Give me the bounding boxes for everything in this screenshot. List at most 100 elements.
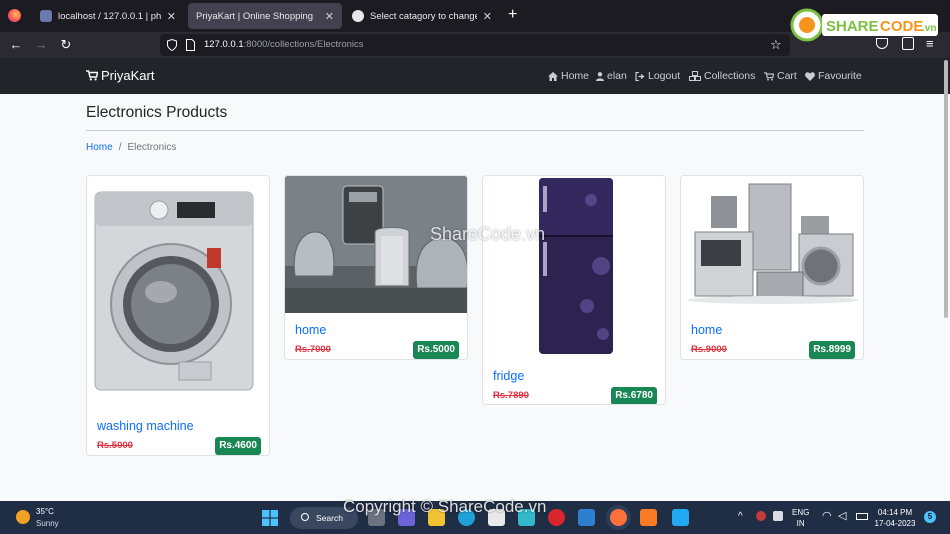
nav-home-label: Home bbox=[561, 70, 590, 82]
page-scrollbar[interactable] bbox=[944, 60, 948, 318]
search-label: Search bbox=[316, 513, 343, 523]
product-name[interactable]: fridge bbox=[493, 369, 524, 383]
language-line1: ENG bbox=[792, 508, 810, 517]
tray-app2-icon[interactable] bbox=[773, 511, 783, 521]
language-indicator[interactable]: ENG IN bbox=[792, 507, 809, 529]
product-card[interactable]: home Rs.9000 Rs.8999 bbox=[680, 175, 864, 360]
product-old-price: Rs.7890 bbox=[493, 390, 529, 401]
url-text: 127.0.0.1:8000/collections/Electronics bbox=[204, 39, 364, 50]
windows-taskbar: 35°C Sunny Search Copyright © ShareCode.… bbox=[0, 497, 950, 534]
url-bar[interactable]: 127.0.0.1:8000/collections/Electronics ☆ bbox=[160, 34, 790, 56]
product-card[interactable]: home Rs.7000 Rs.5000 bbox=[284, 175, 468, 360]
product-price-badge: Rs.6780 bbox=[611, 387, 657, 404]
firefox-icon[interactable] bbox=[8, 9, 21, 22]
close-icon[interactable]: ✕ bbox=[167, 10, 176, 23]
vscode-icon[interactable] bbox=[672, 509, 689, 526]
home-icon bbox=[548, 71, 558, 81]
tray-app-icon[interactable] bbox=[756, 511, 766, 521]
breadcrumb-home[interactable]: Home bbox=[86, 142, 113, 153]
product-price-badge: Rs.5000 bbox=[413, 341, 459, 359]
phpmyadmin-icon bbox=[40, 10, 52, 22]
nav-user[interactable]: elan bbox=[596, 70, 627, 82]
windows-start-icon[interactable] bbox=[262, 510, 278, 526]
nav-logout-label: Logout bbox=[648, 70, 681, 82]
heart-icon bbox=[805, 71, 815, 81]
forward-icon[interactable]: → bbox=[33, 37, 49, 53]
tab-label: Select catagory to change | Dja bbox=[370, 10, 477, 22]
nav-collections-label: Collections bbox=[704, 70, 756, 82]
svg-text:CODE: CODE bbox=[880, 18, 923, 35]
logout-icon bbox=[635, 71, 645, 81]
volume-icon[interactable]: ◁ bbox=[838, 509, 846, 522]
breadcrumb: Home / Electronics bbox=[86, 142, 176, 153]
nav-cart-label: Cart bbox=[777, 70, 797, 82]
vscode-blue-icon[interactable] bbox=[578, 509, 595, 526]
wifi-icon[interactable]: ◠ bbox=[822, 509, 832, 522]
appliances-image bbox=[681, 176, 863, 313]
sun-icon[interactable] bbox=[16, 510, 30, 524]
nav-home[interactable]: Home bbox=[548, 70, 589, 82]
weather-description: Sunny bbox=[36, 519, 59, 528]
svg-text:.vn: .vn bbox=[922, 23, 936, 34]
close-icon[interactable]: ✕ bbox=[483, 10, 492, 23]
site-navbar: PriyaKart Home elan Logout Collections C… bbox=[0, 58, 950, 94]
tab-label: PriyaKart | Online Shopping bbox=[196, 10, 314, 22]
nav-logout[interactable]: Logout bbox=[635, 70, 680, 82]
product-card[interactable]: fridge Rs.7890 Rs.6780 bbox=[482, 175, 666, 405]
opera-icon[interactable] bbox=[548, 509, 565, 526]
svg-text:SHARE: SHARE bbox=[826, 18, 879, 35]
shield-icon bbox=[167, 39, 177, 51]
page-title: Electronics Products bbox=[86, 104, 228, 121]
battery-icon[interactable] bbox=[856, 513, 868, 520]
language-line2: IN bbox=[796, 519, 805, 528]
tab-label: localhost / 127.0.0.1 | phpMyAd bbox=[58, 10, 161, 22]
cubes-icon bbox=[689, 71, 701, 81]
title-divider bbox=[86, 130, 864, 131]
django-icon bbox=[352, 10, 364, 22]
notification-badge[interactable]: 5 bbox=[924, 511, 936, 523]
product-price-badge: Rs.8999 bbox=[809, 341, 855, 359]
product-old-price: Rs.7000 bbox=[295, 344, 331, 355]
firefox-taskbar-icon[interactable] bbox=[610, 509, 627, 526]
cart-icon bbox=[86, 70, 98, 81]
nav-favourite[interactable]: Favourite bbox=[805, 70, 862, 82]
cart-icon bbox=[764, 71, 774, 81]
search-icon bbox=[301, 513, 309, 521]
clock[interactable]: 04:14 PM 17-04-2023 bbox=[872, 507, 918, 529]
reload-icon[interactable]: ↻ bbox=[58, 37, 74, 53]
brand-link[interactable]: PriyaKart bbox=[86, 68, 154, 83]
tab-phpmyadmin[interactable]: localhost / 127.0.0.1 | phpMyAd ✕ bbox=[32, 3, 184, 29]
nav-cart[interactable]: Cart bbox=[764, 70, 797, 82]
tab-priyakart[interactable]: PriyaKart | Online Shopping ✕ bbox=[188, 3, 342, 29]
nav-collections[interactable]: Collections bbox=[689, 70, 755, 82]
product-price-badge: Rs.4600 bbox=[215, 437, 261, 455]
user-icon bbox=[596, 71, 604, 81]
bookmark-star-icon[interactable]: ☆ bbox=[770, 37, 782, 53]
product-name[interactable]: home bbox=[691, 323, 722, 337]
breadcrumb-current: Electronics bbox=[127, 142, 177, 153]
weather-temperature: 35°C bbox=[36, 507, 54, 516]
close-icon[interactable]: ✕ bbox=[325, 10, 334, 23]
new-tab-button[interactable]: + bbox=[508, 6, 517, 24]
back-icon[interactable]: ← bbox=[8, 37, 24, 53]
nav-favourite-label: Favourite bbox=[818, 70, 862, 82]
breadcrumb-separator: / bbox=[118, 142, 122, 153]
page-icon bbox=[186, 39, 195, 51]
watermark-text: ShareCode.vn bbox=[430, 224, 546, 244]
product-name[interactable]: washing machine bbox=[97, 419, 194, 433]
tab-django-admin[interactable]: Select catagory to change | Dja ✕ bbox=[344, 3, 500, 29]
clock-date: 17-04-2023 bbox=[874, 519, 916, 528]
product-name[interactable]: home bbox=[295, 323, 326, 337]
xampp-icon[interactable] bbox=[640, 509, 657, 526]
product-old-price: Rs.9000 bbox=[691, 344, 727, 355]
sharecode-logo: SHARE CODE .vn bbox=[790, 8, 940, 42]
washing-machine-image bbox=[87, 176, 269, 401]
product-card[interactable]: washing machine Rs.5000 Rs.4600 bbox=[86, 175, 270, 456]
watermark-copyright: Copyright © ShareCode.vn bbox=[343, 497, 547, 516]
product-old-price: Rs.5000 bbox=[97, 440, 133, 451]
clock-time: 04:14 PM bbox=[877, 508, 913, 517]
fridge-image bbox=[483, 176, 665, 359]
tray-chevron-icon[interactable]: ^ bbox=[738, 511, 743, 522]
nav-user-label: elan bbox=[607, 70, 627, 82]
brand-name: PriyaKart bbox=[101, 68, 155, 83]
